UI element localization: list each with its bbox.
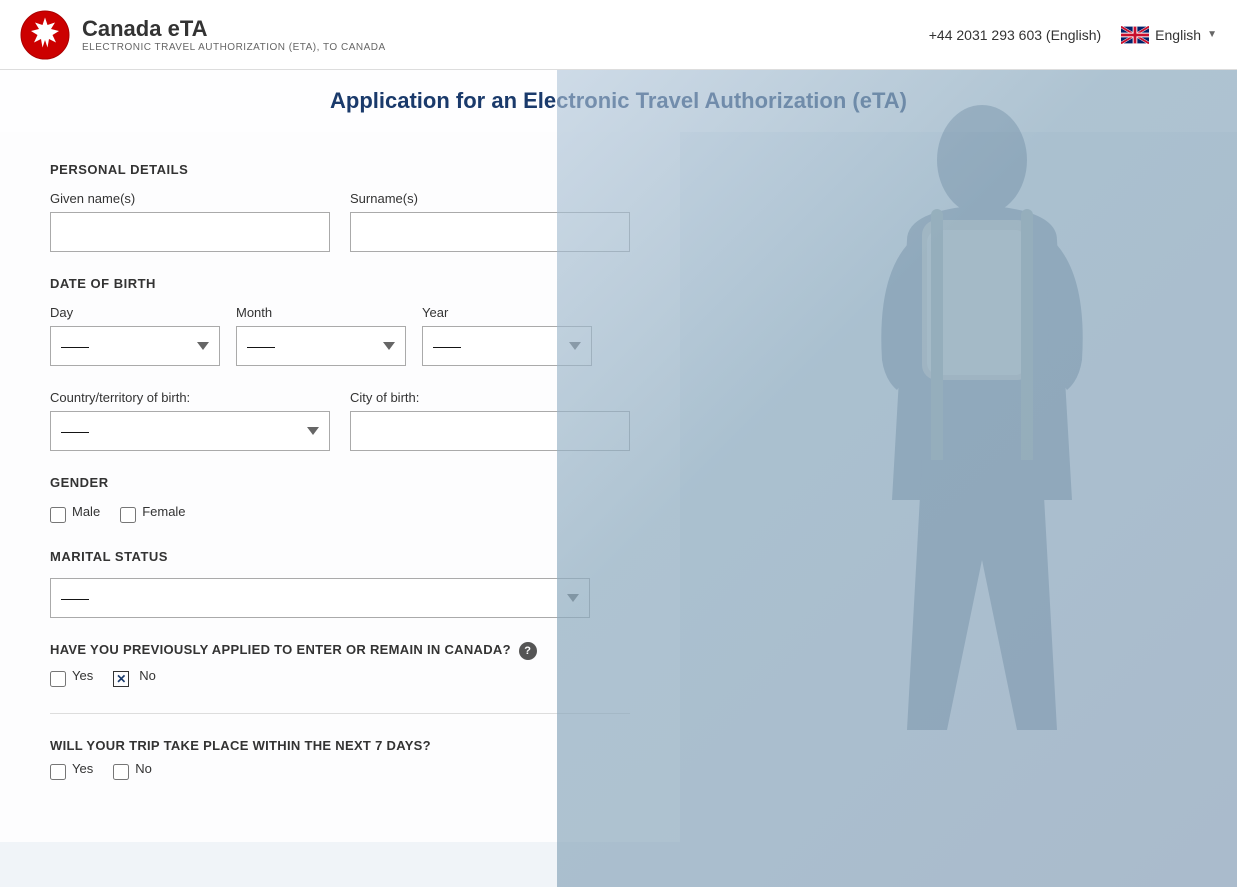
trip-no-checkbox[interactable] [113, 764, 129, 780]
logo-section: Canada eTA ELECTRONIC TRAVEL AUTHORIZATI… [20, 10, 929, 60]
day-group: Day —— 12345 678910 1112131415 161718192… [50, 305, 220, 366]
gender-checkbox-row: Male Female [50, 504, 630, 525]
name-row: Given name(s) Surname(s) [50, 191, 630, 252]
uk-flag-icon [1121, 26, 1149, 44]
given-names-label: Given name(s) [50, 191, 330, 206]
female-checkbox[interactable] [120, 507, 136, 523]
canada-no-checked-icon: ✕ [113, 671, 129, 687]
trip-question-section: WILL YOUR TRIP TAKE PLACE WITHIN THE NEX… [50, 738, 630, 782]
trip-yes-label: Yes [72, 761, 93, 776]
dob-heading: DATE OF BIRTH [50, 276, 630, 291]
month-label: Month [236, 305, 406, 320]
canada-answer-row: Yes ✕ No [50, 668, 630, 689]
header-right: +44 2031 293 603 (English) English ▼ [929, 26, 1217, 44]
help-icon[interactable]: ? [519, 642, 537, 660]
canada-question-section: HAVE YOU PREVIOUSLY APPLIED TO ENTER OR … [50, 642, 630, 689]
site-subtitle: ELECTRONIC TRAVEL AUTHORIZATION (ETA), T… [82, 42, 386, 53]
country-birth-label: Country/territory of birth: [50, 390, 330, 405]
female-option[interactable]: Female [120, 504, 185, 525]
divider [50, 713, 630, 714]
canada-yes-checkbox[interactable] [50, 671, 66, 687]
marital-select[interactable]: —— Single Married Common-Law Legally Sep… [50, 578, 590, 618]
gender-section: GENDER Male Female [50, 475, 630, 525]
trip-yes-checkbox[interactable] [50, 764, 66, 780]
canada-no-option[interactable]: ✕ No [113, 668, 156, 689]
date-row: Day —— 12345 678910 1112131415 161718192… [50, 305, 630, 366]
maple-leaf-logo [20, 10, 70, 60]
trip-answer-row: Yes No [50, 761, 630, 782]
language-selector[interactable]: English ▼ [1121, 26, 1217, 44]
birth-row: Country/territory of birth: —— City of b… [50, 390, 630, 451]
header: Canada eTA ELECTRONIC TRAVEL AUTHORIZATI… [0, 0, 1237, 70]
personal-details-heading: PERSONAL DETAILS [50, 162, 630, 177]
trip-yes-option[interactable]: Yes [50, 761, 93, 782]
trip-question-label: WILL YOUR TRIP TAKE PLACE WITHIN THE NEX… [50, 738, 630, 753]
female-label: Female [142, 504, 185, 519]
male-option[interactable]: Male [50, 504, 100, 525]
country-birth-select[interactable]: —— [50, 411, 330, 451]
given-names-group: Given name(s) [50, 191, 330, 252]
marital-section: MARITAL STATUS —— Single Married Common-… [50, 549, 630, 618]
site-title: Canada eTA [82, 16, 386, 42]
trip-no-label: No [135, 761, 152, 776]
language-label: English [1155, 27, 1201, 43]
day-select[interactable]: —— 12345 678910 1112131415 1617181920 21… [50, 326, 220, 366]
country-birth-group: Country/territory of birth: —— [50, 390, 330, 451]
canada-yes-label: Yes [72, 668, 93, 683]
logo-text: Canada eTA ELECTRONIC TRAVEL AUTHORIZATI… [82, 16, 386, 53]
phone-number: +44 2031 293 603 (English) [929, 27, 1101, 43]
male-label: Male [72, 504, 100, 519]
trip-no-option[interactable]: No [113, 761, 152, 782]
chevron-down-icon: ▼ [1207, 29, 1217, 40]
marital-heading: MARITAL STATUS [50, 549, 630, 564]
canada-no-label: No [139, 668, 156, 683]
day-label: Day [50, 305, 220, 320]
given-names-input[interactable] [50, 212, 330, 252]
canada-yes-option[interactable]: Yes [50, 668, 93, 689]
gender-heading: GENDER [50, 475, 630, 490]
canada-question-label: HAVE YOU PREVIOUSLY APPLIED TO ENTER OR … [50, 642, 630, 660]
month-select[interactable]: —— JanuaryFebruaryMarch AprilMayJune Jul… [236, 326, 406, 366]
male-checkbox[interactable] [50, 507, 66, 523]
month-group: Month —— JanuaryFebruaryMarch AprilMayJu… [236, 305, 406, 366]
